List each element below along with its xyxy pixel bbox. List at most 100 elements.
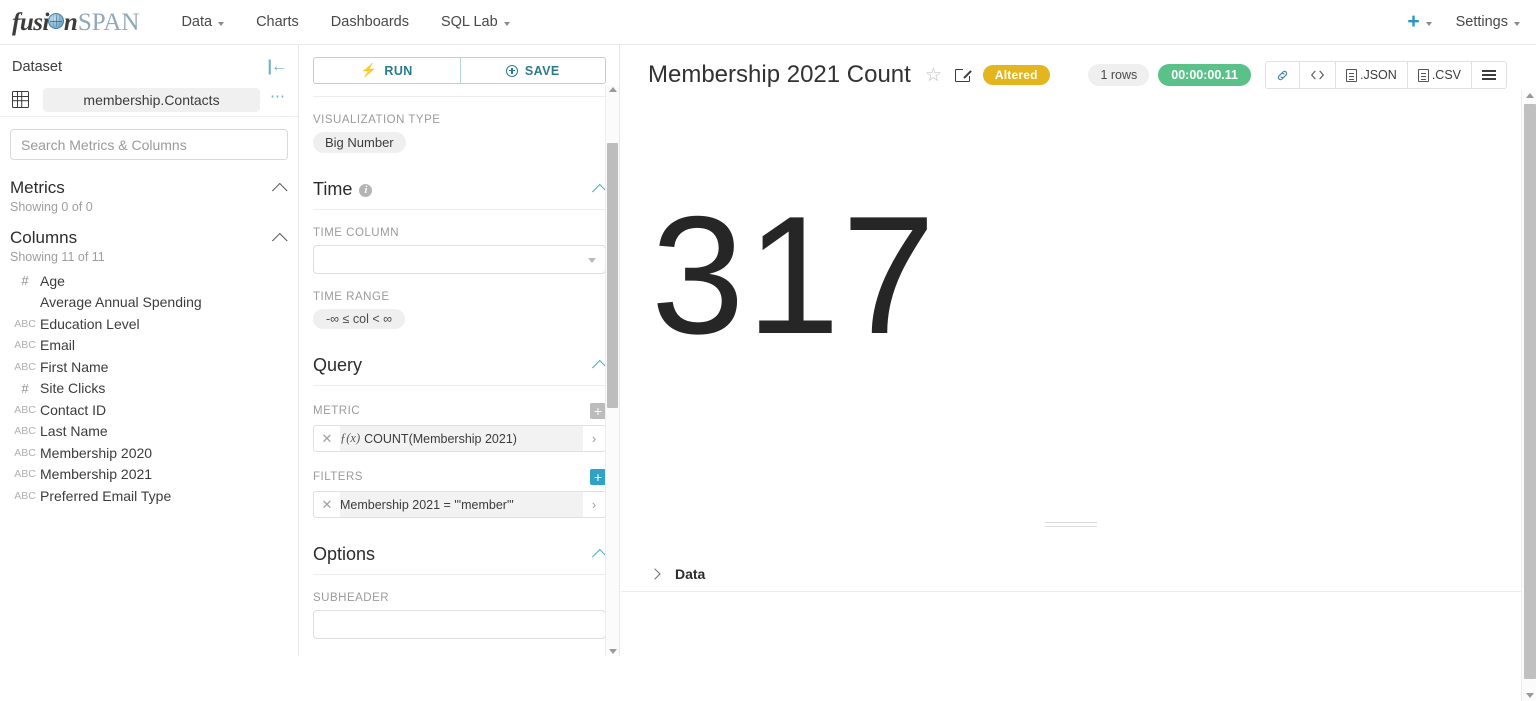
column-type-icon: ABC [14,468,36,481]
edit-pencil-icon[interactable] [954,68,970,82]
nav-item-charts[interactable]: Charts [240,0,315,44]
scroll-down-arrow-icon[interactable] [1525,693,1534,698]
new-item-button[interactable]: + [1393,0,1445,44]
dataset-panel-header: Dataset |← [0,45,298,83]
page-scrollbar[interactable] [1521,90,1536,701]
dataset-selector-row: membership.Contacts ⋯ [0,83,298,117]
list-item[interactable]: ABC Email [0,335,298,357]
nav-item-dashboards[interactable]: Dashboards [315,0,425,44]
list-item[interactable]: ABC Last Name [0,421,298,443]
scrollbar-thumb[interactable] [1523,104,1536,679]
list-item[interactable]: ABC Membership 2021 [0,464,298,486]
remove-metric-icon[interactable]: ✕ [314,431,340,447]
run-button[interactable]: ⚡ RUN [313,57,460,84]
save-button[interactable]: SAVE [459,57,606,84]
column-label: Membership 2021 [40,466,153,483]
dataset-panel-title: Dataset [12,59,62,75]
control-panel-scrollbar[interactable] [605,85,619,656]
metric-label-row: METRIC + [313,403,606,419]
document-icon [1417,68,1429,82]
metric-value: COUNT(Membership 2021) [364,431,517,446]
chevron-right-icon[interactable] [649,567,661,580]
options-section-header[interactable]: Options [313,544,608,575]
filter-chip-body: Membership 2021 = '"member"' [340,492,583,517]
control-panel-body: VISUALIZATION TYPE Big Number Time i TIM… [300,114,619,639]
list-item[interactable]: # Site Clicks [0,378,298,400]
more-options-icon[interactable]: ⋯ [270,89,286,104]
link-glyph [1277,70,1288,80]
scroll-up-arrow-icon[interactable] [1525,93,1534,98]
list-item[interactable]: ABC Education Level [0,313,298,335]
scrollbar-thumb[interactable] [607,143,618,408]
info-icon[interactable]: i [359,184,373,197]
logo-text-part2: n [63,8,78,36]
time-section-header[interactable]: Time i [313,179,608,210]
query-section-header[interactable]: Query [313,355,608,386]
primary-nav: Data Charts Dashboards SQL Lab [165,0,525,44]
list-item[interactable]: Average Annual Spending [0,292,298,314]
time-column-select[interactable] [313,245,606,274]
chevron-right-icon[interactable]: › [583,431,605,446]
resize-drag-handle[interactable] [1045,522,1097,528]
dataset-name[interactable]: membership.Contacts [43,87,260,112]
chevron-up-icon[interactable] [272,232,288,248]
control-panel: ⚡ RUN SAVE VISUALIZATION TYPE Big Number… [300,45,620,656]
scroll-up-arrow-icon[interactable] [609,87,617,92]
add-filter-button[interactable]: + [590,469,606,485]
nav-right-group: + Settings [1393,0,1536,44]
code-icon[interactable] [1300,62,1336,88]
status-badge[interactable]: Altered [982,65,1050,85]
column-label: First Name [40,358,109,375]
subheader-label: SUBHEADER [313,592,390,604]
collapse-left-icon[interactable]: |← [268,59,288,75]
csv-export-button[interactable]: .CSV [1407,62,1472,88]
metrics-section-header[interactable]: Metrics [0,164,298,198]
link-icon[interactable] [1266,62,1300,88]
data-section-toggle[interactable]: Data [621,556,1521,592]
page-title: Membership 2021 Count [648,61,911,88]
columns-section-header[interactable]: Columns [0,214,298,248]
fusionspan-logo[interactable]: fusi n SPAN [12,10,139,35]
query-timer-badge: 00:00:00.11 [1158,64,1251,86]
list-item[interactable]: # Age [0,270,298,292]
settings-menu[interactable]: Settings [1446,0,1536,44]
chevron-down-icon [1425,22,1432,26]
function-icon: ƒ(x) [340,431,361,445]
visualization-type-value[interactable]: Big Number [313,132,406,153]
search-metrics-columns-input[interactable] [10,129,288,160]
list-item[interactable]: ABC First Name [0,356,298,378]
nav-item-sql-lab[interactable]: SQL Lab [425,0,526,44]
list-item[interactable]: ABC Contact ID [0,399,298,421]
time-range-value[interactable]: -∞ ≤ col < ∞ [313,309,406,329]
column-type-icon: ABC [14,446,36,459]
chart-menu-button[interactable] [1472,62,1506,88]
workspace: Dataset |← membership.Contacts ⋯ Metrics… [0,45,1536,701]
list-item[interactable]: ABC Preferred Email Type [0,485,298,507]
scroll-down-arrow-icon[interactable] [609,649,617,654]
json-export-label: .JSON [1360,68,1397,82]
add-metric-button[interactable]: + [590,403,606,419]
list-item[interactable]: ABC Membership 2020 [0,442,298,464]
run-button-label: RUN [384,63,413,78]
chevron-up-icon[interactable] [272,182,288,198]
time-section-title: Time [313,179,353,199]
code-glyph [1311,70,1324,80]
lightning-bolt-icon: ⚡ [360,62,378,78]
nav-item-sql-lab-label: SQL Lab [440,14,498,30]
star-outline-icon[interactable]: ☆ [925,66,942,85]
nav-item-data[interactable]: Data [165,0,240,44]
json-export-button[interactable]: .JSON [1336,62,1408,88]
time-column-label: TIME COLUMN [313,227,399,239]
filter-chip[interactable]: ✕ Membership 2021 = '"member"' › [313,491,606,518]
chevron-right-icon[interactable]: › [583,497,605,512]
chart-actions-group: .JSON .CSV [1265,61,1507,89]
column-label: Preferred Email Type [40,487,172,504]
logo-text-part3: SPAN [77,8,140,36]
remove-filter-icon[interactable]: ✕ [314,497,340,513]
metric-chip-body: ƒ(x) COUNT(Membership 2021) [340,426,583,451]
options-section-title: Options [313,544,376,564]
subheader-input[interactable] [313,610,606,639]
column-label: Education Level [40,315,140,332]
metric-chip[interactable]: ✕ ƒ(x) COUNT(Membership 2021) › [313,425,606,452]
nav-item-dashboards-label: Dashboards [330,14,409,30]
